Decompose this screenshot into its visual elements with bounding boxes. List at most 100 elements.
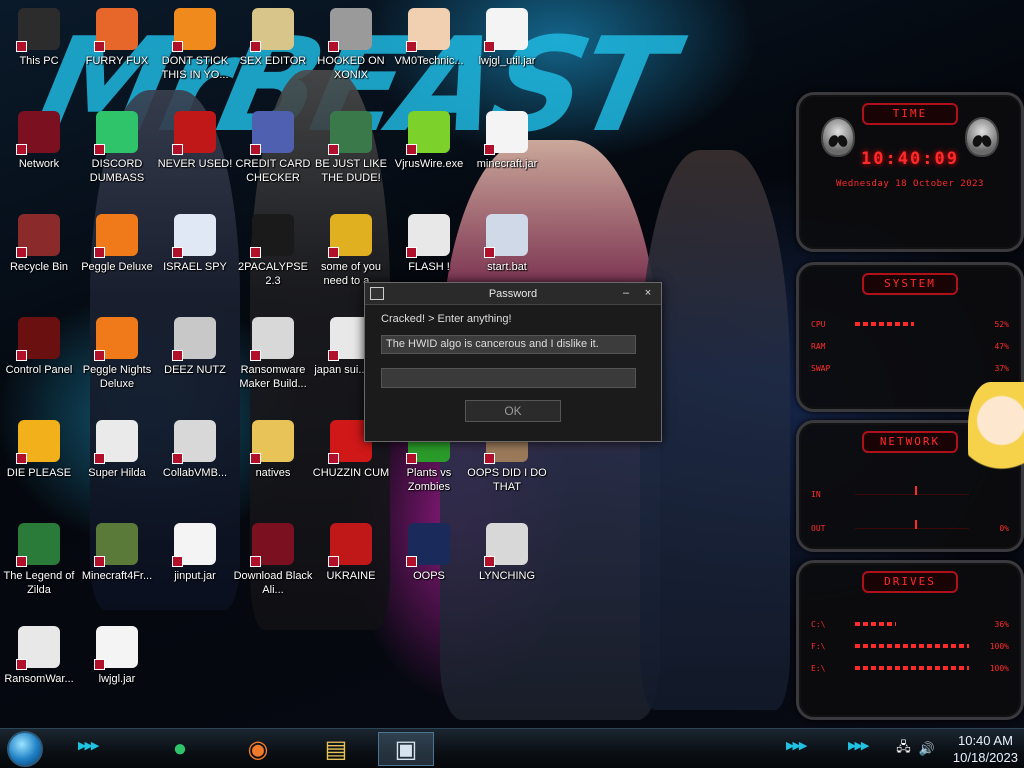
desktop-icon[interactable]: Ransomware Maker Build... xyxy=(231,317,315,391)
drives-widget-title: DRIVES xyxy=(862,571,958,593)
system-row: CPU 52% xyxy=(799,313,1021,335)
drives-row-bar-fill xyxy=(855,644,969,648)
taskbar-app-active-window[interactable]: ▣ xyxy=(378,732,434,766)
desktop-icon-label: Plants vs Zombies xyxy=(406,467,452,493)
minecraft-icon xyxy=(94,523,138,567)
desktop-icon[interactable]: lwjgl.jar xyxy=(75,626,159,686)
desktop-icon-label: HOOKED ON XONIX xyxy=(317,55,385,81)
desktop-icon-label: DEEZ NUTZ xyxy=(164,364,226,376)
ok-button[interactable]: OK xyxy=(465,400,561,422)
drives-widget: DRIVES C:\ 36% F:\ 100% E:\ 100% xyxy=(796,560,1024,720)
dialog-titlebar[interactable]: Password – × xyxy=(365,283,661,305)
peggle-icon xyxy=(94,214,138,258)
desktop-icon[interactable]: Minecraft4Fr... xyxy=(75,523,159,583)
desktop-icon[interactable]: Control Panel xyxy=(0,317,81,377)
desktop-icon-label: Ransomware Maker Build... xyxy=(239,364,307,390)
desktop-icon-label: NEVER USED! xyxy=(157,158,233,170)
shortcut-badge-icon xyxy=(250,41,261,52)
desktop-icon-label: RansomWar... xyxy=(4,673,74,685)
time-widget-date: Wednesday 18 October 2023 xyxy=(836,179,984,189)
desktop-icon-label: This PC xyxy=(19,55,59,67)
lime-icon xyxy=(406,111,450,155)
desktop-icon[interactable]: ISRAEL SPY xyxy=(153,214,237,274)
hwid-readonly-field: The HWID algo is cancerous and I dislike… xyxy=(381,335,636,354)
desktop-icon-label: VjrusWire.exe xyxy=(394,158,464,170)
discord-icon xyxy=(94,111,138,155)
cartoon-character-sticker xyxy=(968,382,1024,492)
desktop-icon[interactable]: NEVER USED! xyxy=(153,111,237,171)
wallpaper-figure-right xyxy=(640,150,790,710)
desktop-icon[interactable]: RansomWar... xyxy=(0,626,81,686)
system-tray: 🖧 🔊 10:40 AM 10/18/2023 xyxy=(896,729,1018,768)
system-rows: CPU 52% RAM 47% SWAP 37% xyxy=(799,313,1021,379)
firefox-icon xyxy=(94,8,138,52)
desktop-icon[interactable]: HOOKED ON XONIX xyxy=(309,8,393,82)
desktop-icon[interactable]: UKRAINE xyxy=(309,523,393,583)
desktop-icon[interactable]: DISCORD DUMBASS xyxy=(75,111,159,185)
desktop-icon[interactable]: Super Hilda xyxy=(75,420,159,480)
desktop-icon-label: natives xyxy=(255,467,291,479)
desktop-icon[interactable]: lwjgl_util.jar xyxy=(465,8,549,68)
desktop-icon[interactable]: VjrusWire.exe xyxy=(387,111,471,171)
minimize-button[interactable]: – xyxy=(617,285,635,301)
collab-icon xyxy=(172,420,216,464)
taskbar-clock[interactable]: 10:40 AM 10/18/2023 xyxy=(953,732,1018,766)
desktop-icon[interactable]: This PC xyxy=(0,8,81,68)
recycle-bin-icon xyxy=(16,214,60,258)
shortcut-badge-icon xyxy=(328,144,339,155)
shortcut-badge-icon xyxy=(94,350,105,361)
desktop-icon[interactable]: Download Black Ali... xyxy=(231,523,315,597)
shortcut-badge-icon xyxy=(406,556,417,567)
shortcut-badge-icon xyxy=(484,41,495,52)
alien-head-icon xyxy=(965,117,999,157)
doctor-icon xyxy=(406,8,450,52)
drives-row-value: 36% xyxy=(994,619,1009,629)
taskbar-app-firefox[interactable]: ◉ xyxy=(230,732,286,766)
desktop-icon[interactable]: Peggle Deluxe xyxy=(75,214,159,274)
start-button[interactable] xyxy=(7,731,43,767)
desktop-icon[interactable]: BE JUST LIKE THE DUDE! xyxy=(309,111,393,185)
system-row-bar-fill xyxy=(855,322,915,326)
taskbar-time: 10:40 AM xyxy=(957,733,1013,748)
volume-icon[interactable]: 🔊 xyxy=(919,741,935,757)
password-input[interactable] xyxy=(381,368,636,388)
desktop-icon[interactable]: OOPS xyxy=(387,523,471,583)
desktop-icon[interactable]: FLASH ! xyxy=(387,214,471,274)
desktop-icon[interactable]: LYNCHING xyxy=(465,523,549,583)
folder-icon xyxy=(250,420,294,464)
desktop-icon[interactable]: The Legend of Zilda xyxy=(0,523,81,597)
drives-row-bar-fill xyxy=(855,666,969,670)
desktop-icon[interactable]: CollabVMB... xyxy=(153,420,237,480)
desktop-icon[interactable]: DONT STICK THIS IN YO... xyxy=(153,8,237,82)
desktop-icon-label: BE JUST LIKE THE DUDE! xyxy=(315,158,387,184)
desktop-icon[interactable]: SEX EDITOR xyxy=(231,8,315,68)
file-icon xyxy=(406,214,450,258)
desktop-icon[interactable]: Recycle Bin xyxy=(0,214,81,274)
shortcut-badge-icon xyxy=(94,659,105,670)
drives-row: F:\ 100% xyxy=(799,635,1021,657)
desktop-icon[interactable]: CREDIT CARD CHECKER xyxy=(231,111,315,185)
desktop-icon[interactable]: FURRY FUX xyxy=(75,8,159,68)
rope-icon xyxy=(484,523,528,567)
desktop-icon[interactable]: Peggle Nights Deluxe xyxy=(75,317,159,391)
desktop-icon[interactable]: DIE PLEASE xyxy=(0,420,81,480)
desktop-icon[interactable]: start.bat xyxy=(465,214,549,274)
vlc-icon xyxy=(172,8,216,52)
desktop-icon[interactable]: VM0Technic... xyxy=(387,8,471,68)
close-button[interactable]: × xyxy=(639,285,657,301)
desktop-icon[interactable]: Network xyxy=(0,111,81,171)
desktop-icon[interactable]: minecraft.jar xyxy=(465,111,549,171)
desktop-icon[interactable]: some of you need to a... xyxy=(309,214,393,288)
shortcut-badge-icon xyxy=(172,144,183,155)
system-row-label: CPU xyxy=(811,319,826,329)
desktop-icon[interactable]: jinput.jar xyxy=(153,523,237,583)
desktop-icon[interactable]: DEEZ NUTZ xyxy=(153,317,237,377)
desktop-icon[interactable]: natives xyxy=(231,420,315,480)
shortcut-badge-icon xyxy=(484,556,495,567)
desktop-icon[interactable]: 2PACALYPSE 2.3 xyxy=(231,214,315,288)
shortcut-badge-icon xyxy=(406,453,417,464)
taskbar-app-file-explorer[interactable]: ▤ xyxy=(308,732,364,766)
network-icon[interactable]: 🖧 xyxy=(896,738,911,760)
drives-row-bar xyxy=(855,644,969,648)
taskbar-app-discord[interactable]: ● xyxy=(152,732,208,766)
